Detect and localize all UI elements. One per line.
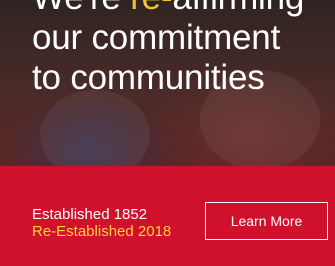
ad-banner: We're re-affirming our commitment to com… <box>0 0 335 266</box>
headline-line1-prefix: We're <box>32 0 130 17</box>
tagline: Established 1852 Re-Established 2018 <box>32 206 171 240</box>
headline: We're re-affirming our commitment to com… <box>32 0 332 98</box>
headline-line3: to communities <box>32 58 265 97</box>
headline-accent: re- <box>130 0 172 17</box>
reestablished-text: Re-Established 2018 <box>32 223 172 240</box>
headline-line1: We're re-affirming <box>32 0 304 17</box>
headline-line1-suffix: affirming <box>172 0 304 17</box>
established-text: Established 1852 <box>32 206 148 223</box>
learn-more-button[interactable]: Learn More <box>205 202 328 240</box>
cta-band: Established 1852 Re-Established 2018 Lea… <box>0 166 335 266</box>
headline-line2: our commitment <box>32 18 281 57</box>
